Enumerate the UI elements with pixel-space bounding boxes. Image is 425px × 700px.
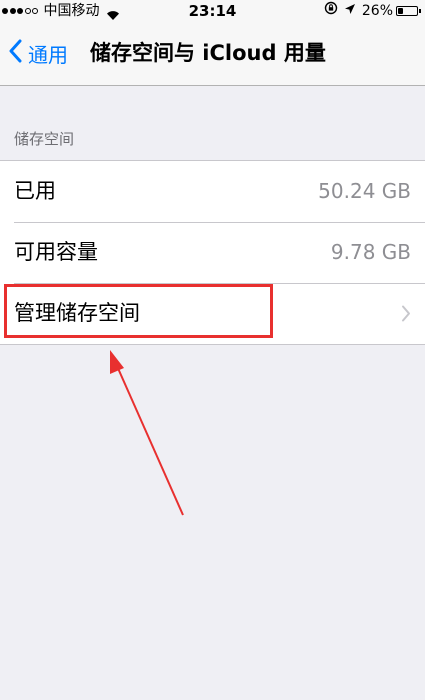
chevron-left-icon (8, 39, 22, 68)
orientation-lock-icon (324, 0, 338, 22)
row-label: 管理储存空间 (14, 301, 140, 325)
status-bar: 中国移动 23:14 26% (0, 0, 425, 22)
storage-table: 已用 50.24 GB 可用容量 9.78 GB 管理储存空间 (0, 160, 425, 345)
manage-storage-row[interactable]: 管理储存空间 (0, 283, 425, 344)
row-value: 50.24 GB (318, 179, 411, 203)
annotation-arrow (110, 350, 184, 516)
navigation-bar: 通用 储存空间与 iCloud 用量 (0, 22, 425, 86)
table-row-used: 已用 50.24 GB (0, 161, 425, 222)
location-icon (344, 0, 356, 22)
back-button[interactable]: 通用 (8, 22, 68, 84)
row-label: 可用容量 (14, 240, 98, 264)
chevron-right-icon (401, 305, 411, 326)
status-right: 26% (324, 0, 421, 22)
battery-icon (396, 6, 418, 16)
row-value: 9.78 GB (330, 240, 411, 264)
battery-percent: 26% (361, 3, 393, 19)
row-label: 已用 (14, 179, 56, 203)
section-header-storage: 储存空间 (14, 130, 75, 148)
back-label: 通用 (28, 42, 68, 67)
page-title: 储存空间与 iCloud 用量 (90, 41, 326, 65)
table-row-available: 可用容量 9.78 GB (0, 222, 425, 283)
battery-tip (419, 9, 421, 13)
battery-fill (398, 8, 403, 14)
